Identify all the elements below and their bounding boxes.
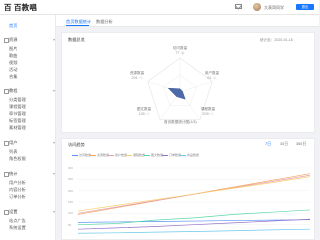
- chart-gridlines: [78, 167, 310, 225]
- series-line: [77, 228, 311, 234]
- series-line: [77, 176, 311, 212]
- series-line: [77, 209, 311, 226]
- chart-series: [77, 173, 311, 234]
- trend-line-chart: [77, 167, 311, 234]
